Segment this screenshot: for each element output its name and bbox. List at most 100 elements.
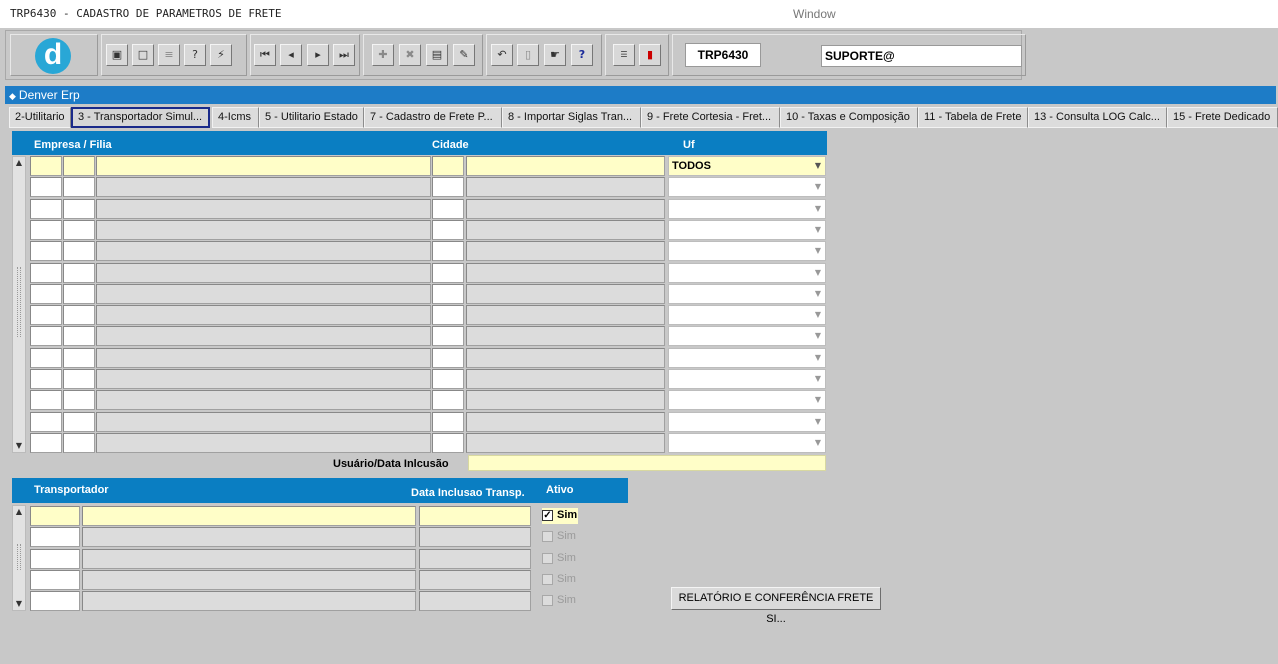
cidade-code-field[interactable]: [432, 262, 464, 283]
cidade-code-field[interactable]: [432, 390, 464, 411]
checkbox-box[interactable]: [542, 531, 553, 543]
empresa-field[interactable]: [30, 241, 62, 262]
delete-record-icon[interactable]: ✖: [399, 44, 421, 66]
filial-field[interactable]: [63, 262, 95, 283]
empresa-field[interactable]: [30, 219, 62, 240]
transportador-code-field[interactable]: [30, 548, 80, 569]
chevron-down-icon[interactable]: ▼: [811, 157, 825, 175]
empresa-field[interactable]: [30, 156, 62, 176]
menu-icon[interactable]: ☰: [613, 44, 635, 66]
scroll-down-icon[interactable]: ▼: [13, 598, 25, 610]
tab-frete-cortesia[interactable]: 9 - Frete Cortesia - Fret...: [641, 107, 780, 128]
filial-field[interactable]: [63, 198, 95, 219]
cidade-code-field[interactable]: [432, 369, 464, 389]
scroll-down-icon[interactable]: ▼: [13, 440, 25, 452]
chevron-down-icon[interactable]: ▼: [811, 178, 825, 196]
empresa-field[interactable]: [30, 305, 62, 326]
checkbox-box[interactable]: [542, 595, 553, 607]
cidade-name-field[interactable]: [466, 156, 665, 176]
cidade-code-field[interactable]: [432, 432, 464, 453]
help-icon[interactable]: ?: [571, 44, 593, 66]
query-help-icon[interactable]: ?: [184, 44, 206, 66]
ativo-checkbox[interactable]: ✓ Sim: [542, 508, 578, 524]
tab-icms[interactable]: 4-Icms: [212, 107, 259, 128]
scroll-grip[interactable]: [17, 544, 21, 570]
empresa-name-field[interactable]: [96, 156, 431, 176]
tab-utilitario-estado[interactable]: 5 - Utilitario Estado: [259, 107, 364, 128]
empresa-field[interactable]: [30, 347, 62, 368]
empresa-field[interactable]: [30, 198, 62, 219]
ativo-checkbox[interactable]: Sim: [542, 593, 578, 609]
ativo-checkbox[interactable]: Sim: [542, 551, 578, 567]
uf-select[interactable]: ▼: [668, 305, 826, 326]
filial-field[interactable]: [63, 369, 95, 389]
uf-select[interactable]: ▼: [668, 283, 826, 304]
empresa-field[interactable]: [30, 369, 62, 389]
cidade-code-field[interactable]: [432, 305, 464, 326]
filial-field[interactable]: [63, 156, 95, 176]
clipboard-icon[interactable]: ▯: [517, 44, 539, 66]
empresa-field[interactable]: [30, 177, 62, 198]
filial-field[interactable]: [63, 241, 95, 262]
tools-icon[interactable]: ☛: [544, 44, 566, 66]
filial-field[interactable]: [63, 177, 95, 198]
save-icon[interactable]: ▣: [106, 44, 128, 66]
cidade-code-field[interactable]: [432, 283, 464, 304]
transportador-code-field[interactable]: [30, 591, 80, 612]
last-record-icon[interactable]: ⏭: [333, 44, 355, 66]
transportador-code-field[interactable]: [30, 506, 80, 526]
ativo-checkbox[interactable]: Sim: [542, 572, 578, 588]
uf-select[interactable]: ▼: [668, 411, 826, 432]
filial-field[interactable]: [63, 390, 95, 411]
chevron-down-icon[interactable]: ▼: [811, 370, 825, 388]
filial-field[interactable]: [63, 411, 95, 432]
filial-field[interactable]: [63, 305, 95, 326]
chevron-down-icon[interactable]: ▼: [811, 327, 825, 345]
data-inclusao-field[interactable]: [419, 506, 531, 526]
uf-select[interactable]: ▼: [668, 369, 826, 389]
empresa-field[interactable]: [30, 390, 62, 411]
scroll-grip[interactable]: [17, 267, 21, 337]
first-record-icon[interactable]: ⏮: [254, 44, 276, 66]
filial-field[interactable]: [63, 432, 95, 453]
checkbox-box[interactable]: [542, 573, 553, 585]
uf-select[interactable]: ▼: [668, 347, 826, 368]
chevron-down-icon[interactable]: ▼: [811, 221, 825, 239]
cidade-code-field[interactable]: [432, 411, 464, 432]
tab-consulta-log[interactable]: 13 - Consulta LOG Calc...: [1028, 107, 1167, 128]
edit-icon[interactable]: ✎: [453, 44, 475, 66]
empresa-field[interactable]: [30, 432, 62, 453]
cidade-code-field[interactable]: [432, 177, 464, 198]
tab-tabela-frete[interactable]: 11 - Tabela de Frete: [918, 107, 1028, 128]
empresa-field[interactable]: [30, 326, 62, 347]
exit-icon[interactable]: ▮: [639, 44, 661, 66]
print-icon[interactable]: ≡: [158, 44, 180, 66]
clear-form-icon[interactable]: ▤: [426, 44, 448, 66]
uf-select[interactable]: ▼: [668, 219, 826, 240]
chevron-down-icon[interactable]: ▼: [811, 200, 825, 218]
cidade-code-field[interactable]: [432, 156, 464, 176]
next-record-icon[interactable]: ▸: [307, 44, 329, 66]
uf-select[interactable]: ▼: [668, 390, 826, 411]
uf-select[interactable]: ▼: [668, 177, 826, 198]
checkmark-icon[interactable]: ✓: [542, 510, 553, 521]
relatorio-conferencia-button[interactable]: RELATÓRIO E CONFERÊNCIA FRETE SI...: [671, 587, 881, 625]
chevron-down-icon[interactable]: ▼: [811, 391, 825, 409]
cidade-code-field[interactable]: [432, 326, 464, 347]
tab-transportador-simul[interactable]: 3 - Transportador Simul...: [71, 107, 210, 128]
previous-record-icon[interactable]: ◂: [280, 44, 302, 66]
chevron-down-icon[interactable]: ▼: [811, 434, 825, 452]
transportador-code-field[interactable]: [30, 527, 80, 548]
tab-taxas-composicao[interactable]: 10 - Taxas e Composição: [780, 107, 918, 128]
cidade-code-field[interactable]: [432, 347, 464, 368]
transportador-code-field[interactable]: [30, 569, 80, 590]
cidade-code-field[interactable]: [432, 241, 464, 262]
filial-field[interactable]: [63, 347, 95, 368]
uf-select[interactable]: ▼: [668, 198, 826, 219]
execute-query-icon[interactable]: ⚡: [210, 44, 232, 66]
uf-select[interactable]: ▼: [668, 432, 826, 453]
tab-importar-siglas[interactable]: 8 - Importar Siglas Tran...: [502, 107, 641, 128]
chevron-down-icon[interactable]: ▼: [811, 413, 825, 431]
cidade-code-field[interactable]: [432, 219, 464, 240]
uf-select[interactable]: ▼: [668, 262, 826, 283]
